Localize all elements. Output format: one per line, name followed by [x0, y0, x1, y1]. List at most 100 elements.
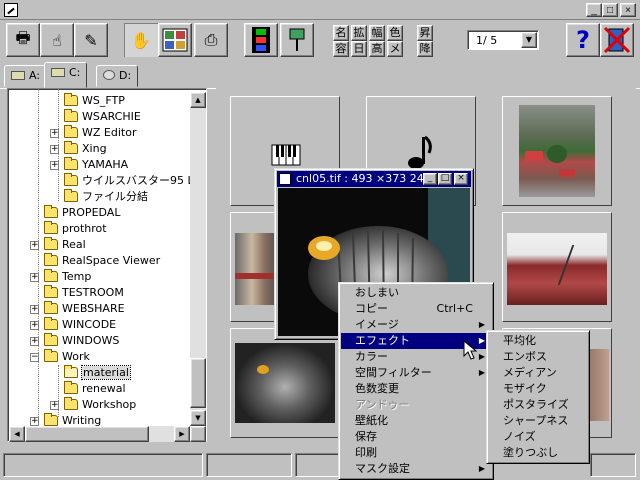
- tree-item[interactable]: ウイルスバスター95 Lite: [64, 173, 206, 189]
- tree-item[interactable]: Temp: [44, 269, 91, 285]
- scroll-up-icon[interactable]: ▲: [190, 92, 206, 108]
- tree-item[interactable]: WINDOWS: [44, 333, 119, 349]
- tree-item[interactable]: WZ Editor: [64, 125, 136, 141]
- viewer-title-bar[interactable]: cnl05.tif : 493 ×373 24... _ □ ×: [277, 171, 471, 187]
- sort-date-button[interactable]: 日: [351, 41, 367, 57]
- sort-width-button[interactable]: 幅: [369, 25, 385, 41]
- tree-item[interactable]: Real: [44, 237, 86, 253]
- context-menu-item[interactable]: 壁紙化: [341, 413, 491, 429]
- minimize-button[interactable]: _: [586, 3, 602, 17]
- ascending-button[interactable]: 昇: [417, 25, 433, 41]
- tree-vertical-scrollbar[interactable]: ▲ ▼: [190, 92, 206, 426]
- scroll-thumb[interactable]: [190, 358, 206, 408]
- sort-color-button[interactable]: 色: [387, 25, 403, 41]
- image-grid-icon[interactable]: [158, 23, 192, 57]
- context-menu-item[interactable]: 色数変更: [341, 381, 491, 397]
- tab-drive-c[interactable]: C:: [44, 62, 88, 88]
- context-menu-item[interactable]: マスク設定 ▶: [341, 461, 491, 477]
- tree-item[interactable]: renewal: [64, 381, 126, 397]
- pin-icon[interactable]: [280, 23, 314, 57]
- tree-item-label: ファイル分結: [82, 190, 148, 203]
- folder-icon: [64, 141, 78, 154]
- status-panel-2: [206, 453, 292, 477]
- viewer-maximize-button[interactable]: □: [438, 173, 452, 185]
- exit-icon[interactable]: [600, 23, 634, 57]
- tree-item[interactable]: prothrot: [44, 221, 107, 237]
- viewer-close-button[interactable]: ×: [454, 173, 468, 185]
- status-panel-5: [590, 453, 636, 477]
- effects-menu-item[interactable]: ポスタライズ: [489, 397, 587, 413]
- tree-item[interactable]: material: [64, 365, 131, 381]
- marker-icon[interactable]: ✎: [74, 23, 108, 57]
- print-icon[interactable]: ⎙: [194, 23, 228, 57]
- context-menu-item[interactable]: コピー Ctrl+C: [341, 301, 491, 317]
- thumbnail-plaza[interactable]: [502, 96, 612, 206]
- tree-item-label: WEBSHARE: [62, 302, 125, 315]
- scroll-down-icon[interactable]: ▼: [190, 410, 206, 426]
- effects-menu-item[interactable]: メディアン: [489, 365, 587, 381]
- descending-button[interactable]: 降: [417, 41, 433, 57]
- effects-menu-item[interactable]: シャープネス: [489, 413, 587, 429]
- tree-item[interactable]: YAMAHA: [64, 157, 128, 173]
- thumbnail-roof[interactable]: [502, 212, 612, 322]
- effects-menu-item[interactable]: 平均化: [489, 333, 587, 349]
- sort-name-button[interactable]: 名: [333, 25, 349, 41]
- sort-ext-button[interactable]: 拡: [351, 25, 367, 41]
- tree-item[interactable]: WS_FTP: [64, 93, 125, 109]
- menu-item-label: 壁紙化: [355, 414, 388, 427]
- tab-drive-a[interactable]: A:: [4, 65, 48, 87]
- close-button[interactable]: ×: [620, 3, 636, 17]
- status-panel-1: [3, 453, 203, 477]
- chevron-down-icon[interactable]: ▼: [521, 32, 537, 48]
- thumbnail-sculpture[interactable]: [230, 328, 350, 438]
- folder-tree[interactable]: WS_FTP WSARCHIE WZ Editor + Xing + YAMAHA + ウイルス…: [7, 88, 207, 442]
- context-menu-item[interactable]: 印刷: [341, 445, 491, 461]
- hand-pointer-icon[interactable]: ☝: [40, 23, 74, 57]
- context-menu-item[interactable]: 空間フィルター ▶: [341, 365, 491, 381]
- tree-item[interactable]: PROPEDAL: [44, 205, 120, 221]
- tree-item[interactable]: Workshop: [64, 397, 136, 413]
- tab-drive-d[interactable]: D:: [96, 65, 139, 87]
- sort-memo-button[interactable]: メ: [387, 41, 403, 57]
- sort-size-button[interactable]: 容: [333, 41, 349, 57]
- effects-menu-item[interactable]: モザイク: [489, 381, 587, 397]
- context-menu-item[interactable]: イメージ ▶: [341, 317, 491, 333]
- context-menu-item[interactable]: 保存: [341, 429, 491, 445]
- tree-item[interactable]: Work: [44, 349, 90, 365]
- effects-menu-item[interactable]: ノイズ: [489, 429, 587, 445]
- tree-item[interactable]: WSARCHIE: [64, 109, 141, 125]
- viewer-minimize-button[interactable]: _: [423, 173, 437, 185]
- tree-connector-line: [38, 89, 39, 429]
- scroll-left-icon[interactable]: ◀: [9, 426, 25, 442]
- effects-menu-item[interactable]: 塗りつぶし: [489, 445, 587, 461]
- help-button[interactable]: ?: [566, 23, 600, 57]
- folder-open-icon: [64, 365, 78, 378]
- tree-item[interactable]: RealSpace Viewer: [44, 253, 160, 269]
- hard-drive-icon: [51, 68, 65, 77]
- hand-grab-icon[interactable]: ✋: [124, 23, 158, 57]
- context-menu-item[interactable]: おしまい: [341, 285, 491, 301]
- tree-horizontal-scrollbar[interactable]: ◀ ▶: [9, 426, 190, 442]
- tree-item-label: WINDOWS: [62, 334, 120, 347]
- scroll-thumb-horizontal[interactable]: [25, 426, 149, 442]
- folder-icon: [44, 285, 58, 298]
- menu-item-label: イメージ: [355, 318, 399, 331]
- page-select[interactable]: 1/ 5 ▼: [467, 30, 539, 50]
- effects-menu-item[interactable]: エンボス: [489, 349, 587, 365]
- tree-item[interactable]: WEBSHARE: [44, 301, 125, 317]
- tree-item[interactable]: WINCODE: [44, 317, 116, 333]
- sort-height-button[interactable]: 高: [369, 41, 385, 57]
- maximize-button[interactable]: □: [602, 3, 618, 17]
- scroll-right-icon[interactable]: ▶: [174, 426, 190, 442]
- film-icon[interactable]: [244, 23, 278, 57]
- tree-item[interactable]: Xing: [64, 141, 107, 157]
- app-icon[interactable]: [4, 3, 18, 17]
- tree-item-label: Work: [62, 350, 90, 363]
- tree-item[interactable]: TESTROOM: [44, 285, 124, 301]
- tree-item[interactable]: ファイル分結: [64, 189, 148, 205]
- folder-icon: [44, 221, 58, 234]
- viewer-app-icon[interactable]: [279, 173, 291, 185]
- printer-icon[interactable]: 🖶: [6, 23, 40, 57]
- folder-icon: [44, 253, 58, 266]
- tree-item-label: Real: [62, 238, 86, 251]
